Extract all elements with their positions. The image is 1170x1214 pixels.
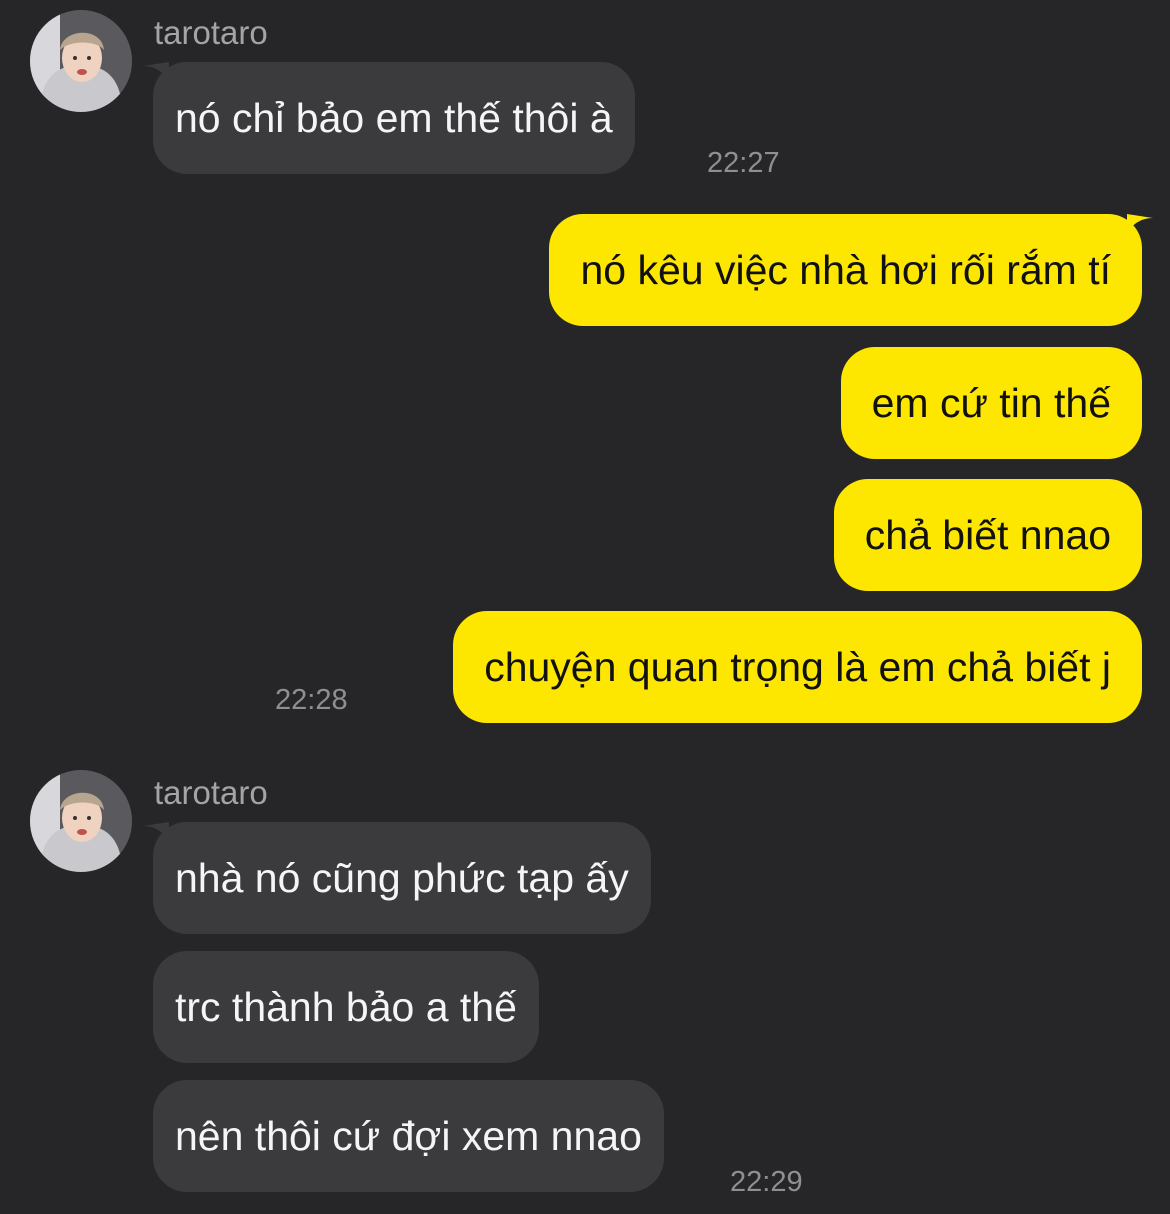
incoming-message[interactable]: trc thành bảo a thế xyxy=(153,951,539,1063)
incoming-message[interactable]: nó chỉ bảo em thế thôi à xyxy=(153,62,635,174)
outgoing-message[interactable]: chả biết nnao xyxy=(833,479,1142,591)
sender-avatar[interactable] xyxy=(30,770,132,872)
sender-name: tarotaro xyxy=(154,774,268,811)
sender-name: tarotaro xyxy=(154,14,268,51)
avatar-photo-icon xyxy=(30,10,132,112)
sender-avatar[interactable] xyxy=(30,10,132,112)
message-timestamp: 22:27 xyxy=(707,147,780,179)
incoming-message[interactable]: nhà nó cũng phức tạp ấy xyxy=(153,822,651,934)
avatar-photo-icon xyxy=(30,770,132,872)
outgoing-message[interactable]: nó kêu việc nhà hơi rối rắm tí xyxy=(549,214,1142,326)
incoming-message[interactable]: nên thôi cứ đợi xem nnao xyxy=(153,1080,664,1192)
message-timestamp: 22:29 xyxy=(730,1166,803,1198)
outgoing-message[interactable]: chuyện quan trọng là em chả biết j xyxy=(453,611,1142,723)
chat-conversation: tarotaro nó chỉ bảo em thế thôi à 22:27 … xyxy=(0,0,1170,1214)
outgoing-message[interactable]: em cứ tin thế xyxy=(840,347,1142,459)
message-timestamp: 22:28 xyxy=(275,684,348,716)
